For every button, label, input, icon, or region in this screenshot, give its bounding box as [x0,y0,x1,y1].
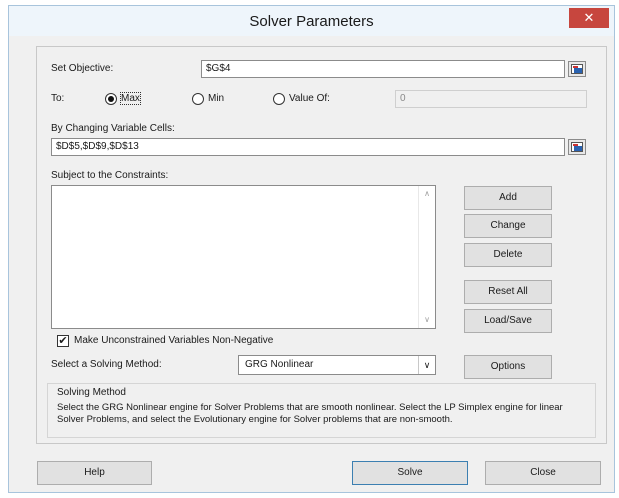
set-objective-label: Set Objective: [51,63,114,74]
value-of-radio-label[interactable]: Value Of: [289,93,330,104]
solving-method-groupbox: Solving Method Select the GRG Nonlinear … [47,383,596,438]
nonnegative-checkbox[interactable]: ✔ [57,335,69,347]
changing-range-selector-icon[interactable] [568,139,586,155]
parameters-panel: Set Objective: $G$4 To: Max Min Value Of… [36,46,607,444]
change-constraint-button[interactable]: Change [464,214,552,238]
changing-cells-label: By Changing Variable Cells: [51,123,175,134]
delete-constraint-button[interactable]: Delete [464,243,552,267]
radio-selected-dot [108,96,114,102]
value-of-field[interactable]: 0 [395,90,587,108]
solver-parameters-dialog: Solver Parameters ✕ Set Objective: $G$4 … [8,5,615,493]
max-radio-label[interactable]: Max [120,92,141,105]
solving-method-heading: Solving Method [57,387,126,398]
close-window-button[interactable]: ✕ [569,8,609,28]
value-of-radio[interactable] [273,93,285,105]
solving-method-select[interactable]: GRG Nonlinear ∨ [238,355,436,375]
help-button[interactable]: Help [37,461,152,485]
changing-cells-field[interactable]: $D$5,$D$9,$D$13 [51,138,565,156]
max-radio[interactable] [105,93,117,105]
to-label: To: [51,93,65,104]
close-button[interactable]: Close [485,461,601,485]
title-bar[interactable]: Solver Parameters ✕ [9,6,614,36]
scroll-down-arrow-icon[interactable]: ∨ [423,316,431,324]
reset-all-button[interactable]: Reset All [464,280,552,304]
options-button[interactable]: Options [464,355,552,379]
chevron-down-icon[interactable]: ∨ [418,356,435,374]
solving-method-value: GRG Nonlinear [245,359,314,370]
load-save-button[interactable]: Load/Save [464,309,552,333]
constraints-label: Subject to the Constraints: [51,170,169,181]
scroll-up-arrow-icon[interactable]: ∧ [423,190,431,198]
constraints-scrollbar[interactable]: ∧ ∨ [418,186,435,328]
constraints-list[interactable]: ∧ ∨ [51,185,436,329]
solving-method-description: Select the GRG Nonlinear engine for Solv… [57,402,563,425]
solving-method-label: Select a Solving Method: [51,359,162,370]
min-radio[interactable] [192,93,204,105]
window-title: Solver Parameters [249,13,374,30]
solve-button[interactable]: Solve [352,461,468,485]
nonnegative-label[interactable]: Make Unconstrained Variables Non-Negativ… [74,335,273,346]
objective-range-selector-icon[interactable] [568,61,586,77]
set-objective-field[interactable]: $G$4 [201,60,565,78]
min-radio-label[interactable]: Min [208,93,224,104]
add-constraint-button[interactable]: Add [464,186,552,210]
